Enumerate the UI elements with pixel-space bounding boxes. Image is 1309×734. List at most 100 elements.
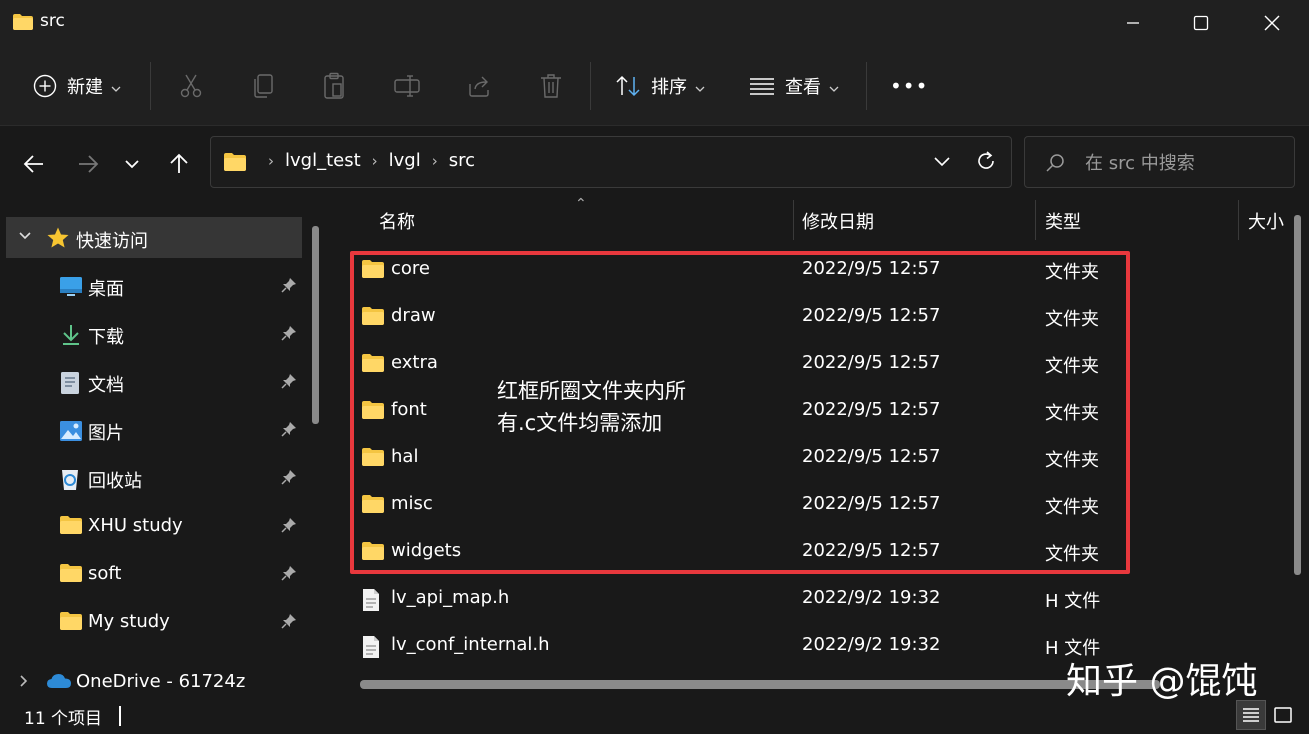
- sidebar-item-onedrive[interactable]: OneDrive - 61724z: [0, 666, 310, 698]
- share-button[interactable]: [466, 46, 492, 126]
- chevron-down-icon: [695, 76, 705, 97]
- sidebar-item-my-study[interactable]: My study: [0, 600, 310, 644]
- file-type: 文件夹: [1045, 356, 1099, 377]
- minimize-button[interactable]: [1101, 0, 1165, 46]
- address-bar[interactable]: › lvgl_test › lvgl › src: [210, 136, 1012, 188]
- pin-icon[interactable]: [281, 469, 297, 489]
- close-button[interactable]: [1240, 0, 1304, 46]
- view-list-icon: [750, 78, 774, 95]
- column-header-name[interactable]: 名称: [379, 208, 415, 248]
- sidebar-item-pictures[interactable]: 图片: [0, 408, 310, 452]
- column-header-date[interactable]: 修改日期: [802, 208, 874, 248]
- sidebar-item-downloads[interactable]: 下载: [0, 312, 310, 356]
- star-icon: [46, 226, 70, 254]
- sidebar-item-label: XHU study: [88, 515, 183, 536]
- sidebar-scrollbar-thumb[interactable]: [312, 226, 319, 424]
- folder-row[interactable]: font 2022/9/5 12:57 文件夹: [351, 391, 1301, 431]
- breadcrumb-item[interactable]: lvgl_test: [285, 150, 361, 171]
- folder-row[interactable]: extra 2022/9/5 12:57 文件夹: [351, 344, 1301, 384]
- back-button[interactable]: [14, 144, 54, 184]
- file-icon: [361, 588, 381, 617]
- details-view-icon: [1243, 708, 1259, 722]
- column-divider[interactable]: [793, 200, 794, 240]
- rename-icon: [394, 75, 420, 97]
- new-button[interactable]: 新建: [33, 46, 121, 126]
- file-type: 文件夹: [1045, 309, 1099, 330]
- column-divider[interactable]: [1238, 200, 1239, 240]
- horizontal-scrollbar-thumb[interactable]: [360, 680, 1160, 689]
- sort-button[interactable]: 排序: [615, 46, 705, 126]
- sidebar-item-soft[interactable]: soft: [0, 552, 310, 596]
- file-modified-date: 2022/9/5 12:57: [802, 446, 941, 467]
- column-header-size[interactable]: 大小: [1248, 208, 1284, 248]
- folder-row[interactable]: draw 2022/9/5 12:57 文件夹: [351, 297, 1301, 337]
- folder-row[interactable]: misc 2022/9/5 12:57 文件夹: [351, 485, 1301, 525]
- file-name: hal: [391, 446, 419, 467]
- maximize-button[interactable]: [1169, 0, 1233, 46]
- chevron-right-icon[interactable]: [18, 673, 30, 692]
- up-button[interactable]: [159, 144, 199, 184]
- pin-icon[interactable]: [281, 373, 297, 393]
- column-divider[interactable]: [1035, 200, 1036, 240]
- file-row[interactable]: lv_api_map.h 2022/9/2 19:32 H 文件: [351, 579, 1301, 619]
- toolbar-divider: [150, 62, 151, 110]
- pin-icon[interactable]: [281, 565, 297, 585]
- copy-icon: [254, 74, 273, 98]
- folder-icon: [361, 306, 385, 331]
- pin-icon[interactable]: [281, 613, 297, 633]
- pin-icon[interactable]: [281, 277, 297, 297]
- chevron-down-icon: [934, 157, 950, 167]
- search-box[interactable]: [1024, 136, 1295, 188]
- refresh-button[interactable]: [975, 150, 997, 176]
- sort-label: 排序: [651, 77, 687, 98]
- address-history-dropdown[interactable]: [933, 151, 951, 175]
- pin-icon[interactable]: [281, 517, 297, 537]
- breadcrumb-item[interactable]: lvgl: [389, 150, 421, 171]
- details-view-button[interactable]: [1236, 700, 1266, 730]
- file-type: 文件夹: [1045, 262, 1099, 283]
- folder-row[interactable]: core 2022/9/5 12:57 文件夹: [351, 250, 1301, 290]
- window-title: src: [40, 11, 65, 31]
- sidebar-item-desktop[interactable]: 桌面: [0, 264, 310, 308]
- sidebar-item-label: 回收站: [88, 471, 142, 492]
- sidebar-item-label: 图片: [88, 423, 124, 444]
- file-name: extra: [391, 352, 438, 373]
- delete-button[interactable]: [539, 46, 563, 126]
- navigation-pane: 快速访问 桌面 下载 文档 图片 回收站 XHU study soft My s…: [0, 200, 330, 700]
- folder-row[interactable]: widgets 2022/9/5 12:57 文件夹: [351, 532, 1301, 572]
- breadcrumb-item[interactable]: src: [449, 150, 475, 171]
- file-list-scrollbar-thumb[interactable]: [1294, 215, 1301, 575]
- sidebar-item-label: soft: [88, 563, 122, 584]
- new-label: 新建: [67, 77, 103, 98]
- scissors-icon: [180, 74, 202, 98]
- rename-button[interactable]: [393, 46, 421, 126]
- navigation-bar: › lvgl_test › lvgl › src: [0, 126, 1309, 200]
- file-type: 文件夹: [1045, 544, 1099, 565]
- copy-button[interactable]: [251, 46, 275, 126]
- sidebar-item-recycle-bin[interactable]: 回收站: [0, 456, 310, 500]
- recycle-bin-icon: [59, 467, 81, 495]
- pin-icon[interactable]: [281, 325, 297, 345]
- desktop-icon: [59, 275, 83, 301]
- folder-icon: [361, 259, 385, 284]
- more-options-button[interactable]: •••: [890, 46, 928, 126]
- view-button[interactable]: 查看: [749, 46, 839, 126]
- annotation-line: 红框所圈文件夹内所: [497, 379, 686, 403]
- search-input[interactable]: [1085, 150, 1285, 176]
- paste-button[interactable]: [322, 46, 346, 126]
- sidebar-item-quick-access[interactable]: 快速访问: [6, 217, 302, 258]
- cut-button[interactable]: [178, 46, 204, 126]
- sidebar-item-label: OneDrive - 61724z: [76, 671, 246, 692]
- column-header-type[interactable]: 类型: [1045, 208, 1081, 248]
- title-bar: src: [0, 0, 1309, 46]
- sidebar-item-documents[interactable]: 文档: [0, 360, 310, 404]
- chevron-down-icon[interactable]: [18, 228, 32, 247]
- minimize-icon: [1127, 22, 1139, 24]
- sidebar-item-xhu-study[interactable]: XHU study: [0, 504, 310, 548]
- folder-icon: [12, 13, 34, 35]
- recent-locations-button[interactable]: [112, 144, 152, 184]
- forward-button[interactable]: [68, 144, 108, 184]
- pin-icon[interactable]: [281, 421, 297, 441]
- folder-row[interactable]: hal 2022/9/5 12:57 文件夹: [351, 438, 1301, 478]
- large-icons-view-button[interactable]: [1268, 700, 1298, 730]
